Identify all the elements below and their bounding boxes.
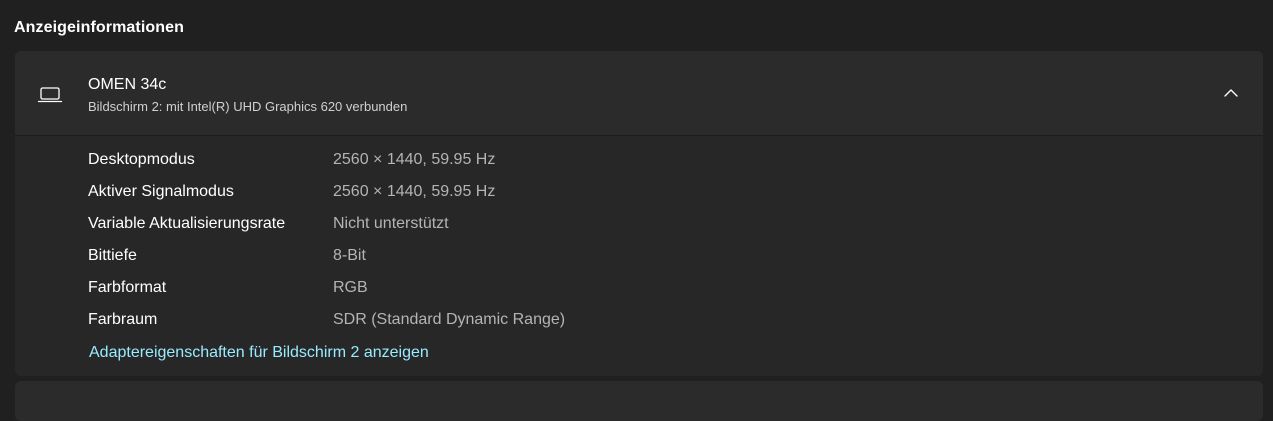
detail-label: Farbraum [88,311,158,328]
detail-value: Nicht unterstützt [333,215,449,232]
detail-label: Farbformat [88,279,167,296]
laptop-icon [37,87,63,103]
monitor-details: Desktopmodus 2560 × 1440, 59.95 Hz Aktiv… [15,136,1263,376]
detail-label: Variable Aktualisierungsrate [88,215,286,232]
detail-value: RGB [333,279,368,296]
section-title: Anzeigeinformationen [14,19,185,36]
detail-value: 2560 × 1440, 59.95 Hz [333,151,496,168]
detail-label: Aktiver Signalmodus [88,183,234,200]
detail-value: 8-Bit [333,247,366,264]
adapter-properties-link[interactable]: Adaptereigenschaften für Bildschirm 2 an… [89,344,429,362]
next-card[interactable] [15,381,1263,421]
monitor-card: OMEN 34c Bildschirm 2: mit Intel(R) UHD … [15,51,1263,376]
monitor-card-header[interactable]: OMEN 34c Bildschirm 2: mit Intel(R) UHD … [15,51,1263,136]
detail-value: SDR (Standard Dynamic Range) [333,311,566,328]
detail-value: 2560 × 1440, 59.95 Hz [333,183,496,200]
monitor-name: OMEN 34c [88,76,167,93]
monitor-subtitle: Bildschirm 2: mit Intel(R) UHD Graphics … [88,99,408,114]
detail-label: Bittiefe [88,247,137,264]
detail-label: Desktopmodus [88,151,195,168]
chevron-up-icon[interactable] [1221,85,1241,101]
